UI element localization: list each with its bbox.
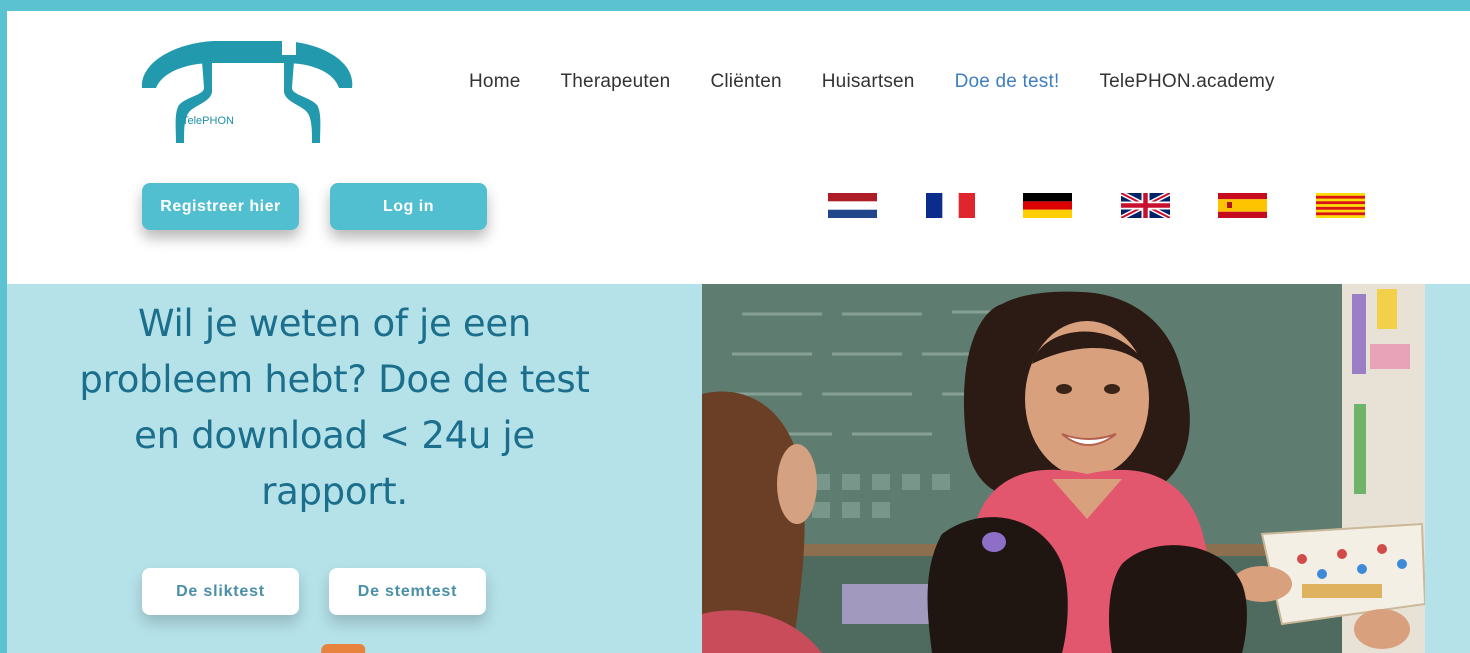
dutch-flag-icon[interactable] — [828, 193, 877, 218]
telephon-logo[interactable]: TelePHON — [134, 33, 358, 149]
nav-clienten[interactable]: Cliënten — [710, 71, 781, 95]
chat-widget-tab[interactable] — [320, 644, 366, 653]
nav-telephon-academy[interactable]: TelePHON.academy — [1099, 71, 1274, 95]
teacher-with-children-photo — [702, 284, 1425, 653]
german-flag-icon[interactable] — [1023, 193, 1072, 218]
stemtest-button[interactable]: De stemtest — [329, 568, 486, 615]
nav-huisartsen[interactable]: Huisartsen — [822, 71, 915, 95]
page: TelePHON Home Therapeuten Cliënten Huisa… — [7, 11, 1470, 653]
register-button[interactable]: Registreer hier — [142, 183, 299, 230]
telephone-handset-icon — [141, 41, 353, 143]
main-nav: Home Therapeuten Cliënten Huisartsen Doe… — [469, 71, 1315, 95]
hero-section: Wil je weten of je een probleem hebt? Do… — [7, 284, 1470, 653]
french-flag-icon[interactable] — [926, 193, 975, 218]
logo-text: TelePHON — [182, 115, 234, 127]
sliktest-button[interactable]: De sliktest — [142, 568, 299, 615]
spanish-flag-icon[interactable] — [1218, 193, 1267, 218]
uk-flag-icon[interactable] — [1121, 193, 1170, 218]
nav-doe-de-test[interactable]: Doe de test! — [955, 71, 1060, 95]
nav-home[interactable]: Home — [469, 71, 520, 95]
catalan-flag-icon[interactable] — [1316, 193, 1365, 218]
hero-title: Wil je weten of je een probleem hebt? Do… — [79, 302, 590, 513]
login-button[interactable]: Log in — [330, 183, 487, 230]
nav-therapeuten[interactable]: Therapeuten — [560, 71, 670, 95]
